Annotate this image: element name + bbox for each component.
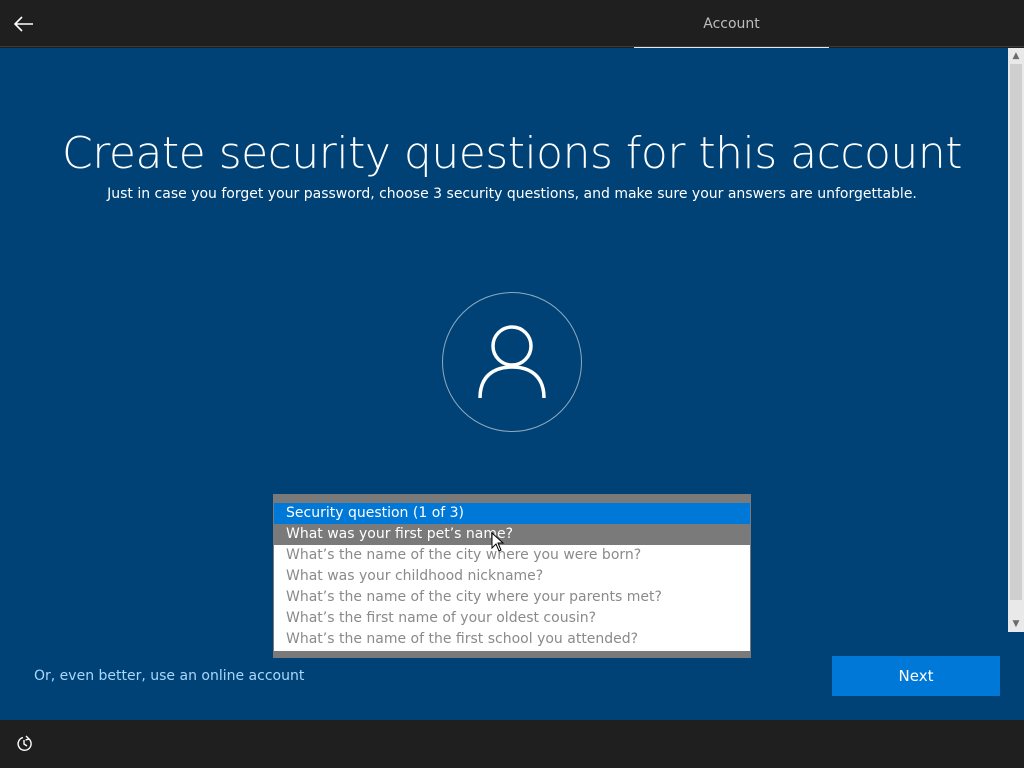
- user-icon: [478, 325, 546, 399]
- page-subtitle: Just in case you forget your password, c…: [107, 186, 917, 202]
- divider: [0, 46, 1024, 47]
- dropdown-bottom-padding: [274, 651, 750, 657]
- dropdown-option[interactable]: What’s the name of the city where your p…: [274, 587, 750, 608]
- dropdown-top-padding: [274, 495, 750, 503]
- security-question-dropdown[interactable]: Security question (1 of 3) What was your …: [273, 494, 751, 658]
- dropdown-option[interactable]: What’s the name of the first school you …: [274, 629, 750, 650]
- main-panel: ▲ ▼ Create security questions for this a…: [0, 48, 1024, 720]
- back-arrow-icon: [14, 16, 33, 32]
- tab-account: Account: [634, 0, 829, 48]
- dropdown-option[interactable]: Security question (1 of 3): [274, 503, 750, 524]
- ease-of-access-button[interactable]: [12, 732, 36, 756]
- dropdown-option[interactable]: What was your first pet’s name?: [274, 524, 750, 545]
- scroll-down-icon[interactable]: ▼: [1008, 616, 1024, 632]
- tab-account-label: Account: [703, 16, 760, 32]
- bottom-bar: [0, 720, 1024, 768]
- dropdown-option[interactable]: What’s the name of the city where you we…: [274, 545, 750, 566]
- ease-of-access-icon: [17, 735, 32, 751]
- back-button[interactable]: [8, 8, 40, 40]
- top-bar: Account: [0, 0, 1024, 48]
- page-title: Create security questions for this accou…: [62, 128, 962, 179]
- avatar: [442, 292, 582, 432]
- dropdown-option[interactable]: What was your childhood nickname?: [274, 566, 750, 587]
- dropdown-list: Security question (1 of 3) What was your …: [274, 503, 750, 650]
- online-account-link[interactable]: Or, even better, use an online account: [34, 668, 304, 684]
- dropdown-option[interactable]: What’s the first name of your oldest cou…: [274, 608, 750, 629]
- scroll-up-icon[interactable]: ▲: [1008, 48, 1024, 64]
- next-button[interactable]: Next: [832, 656, 1000, 696]
